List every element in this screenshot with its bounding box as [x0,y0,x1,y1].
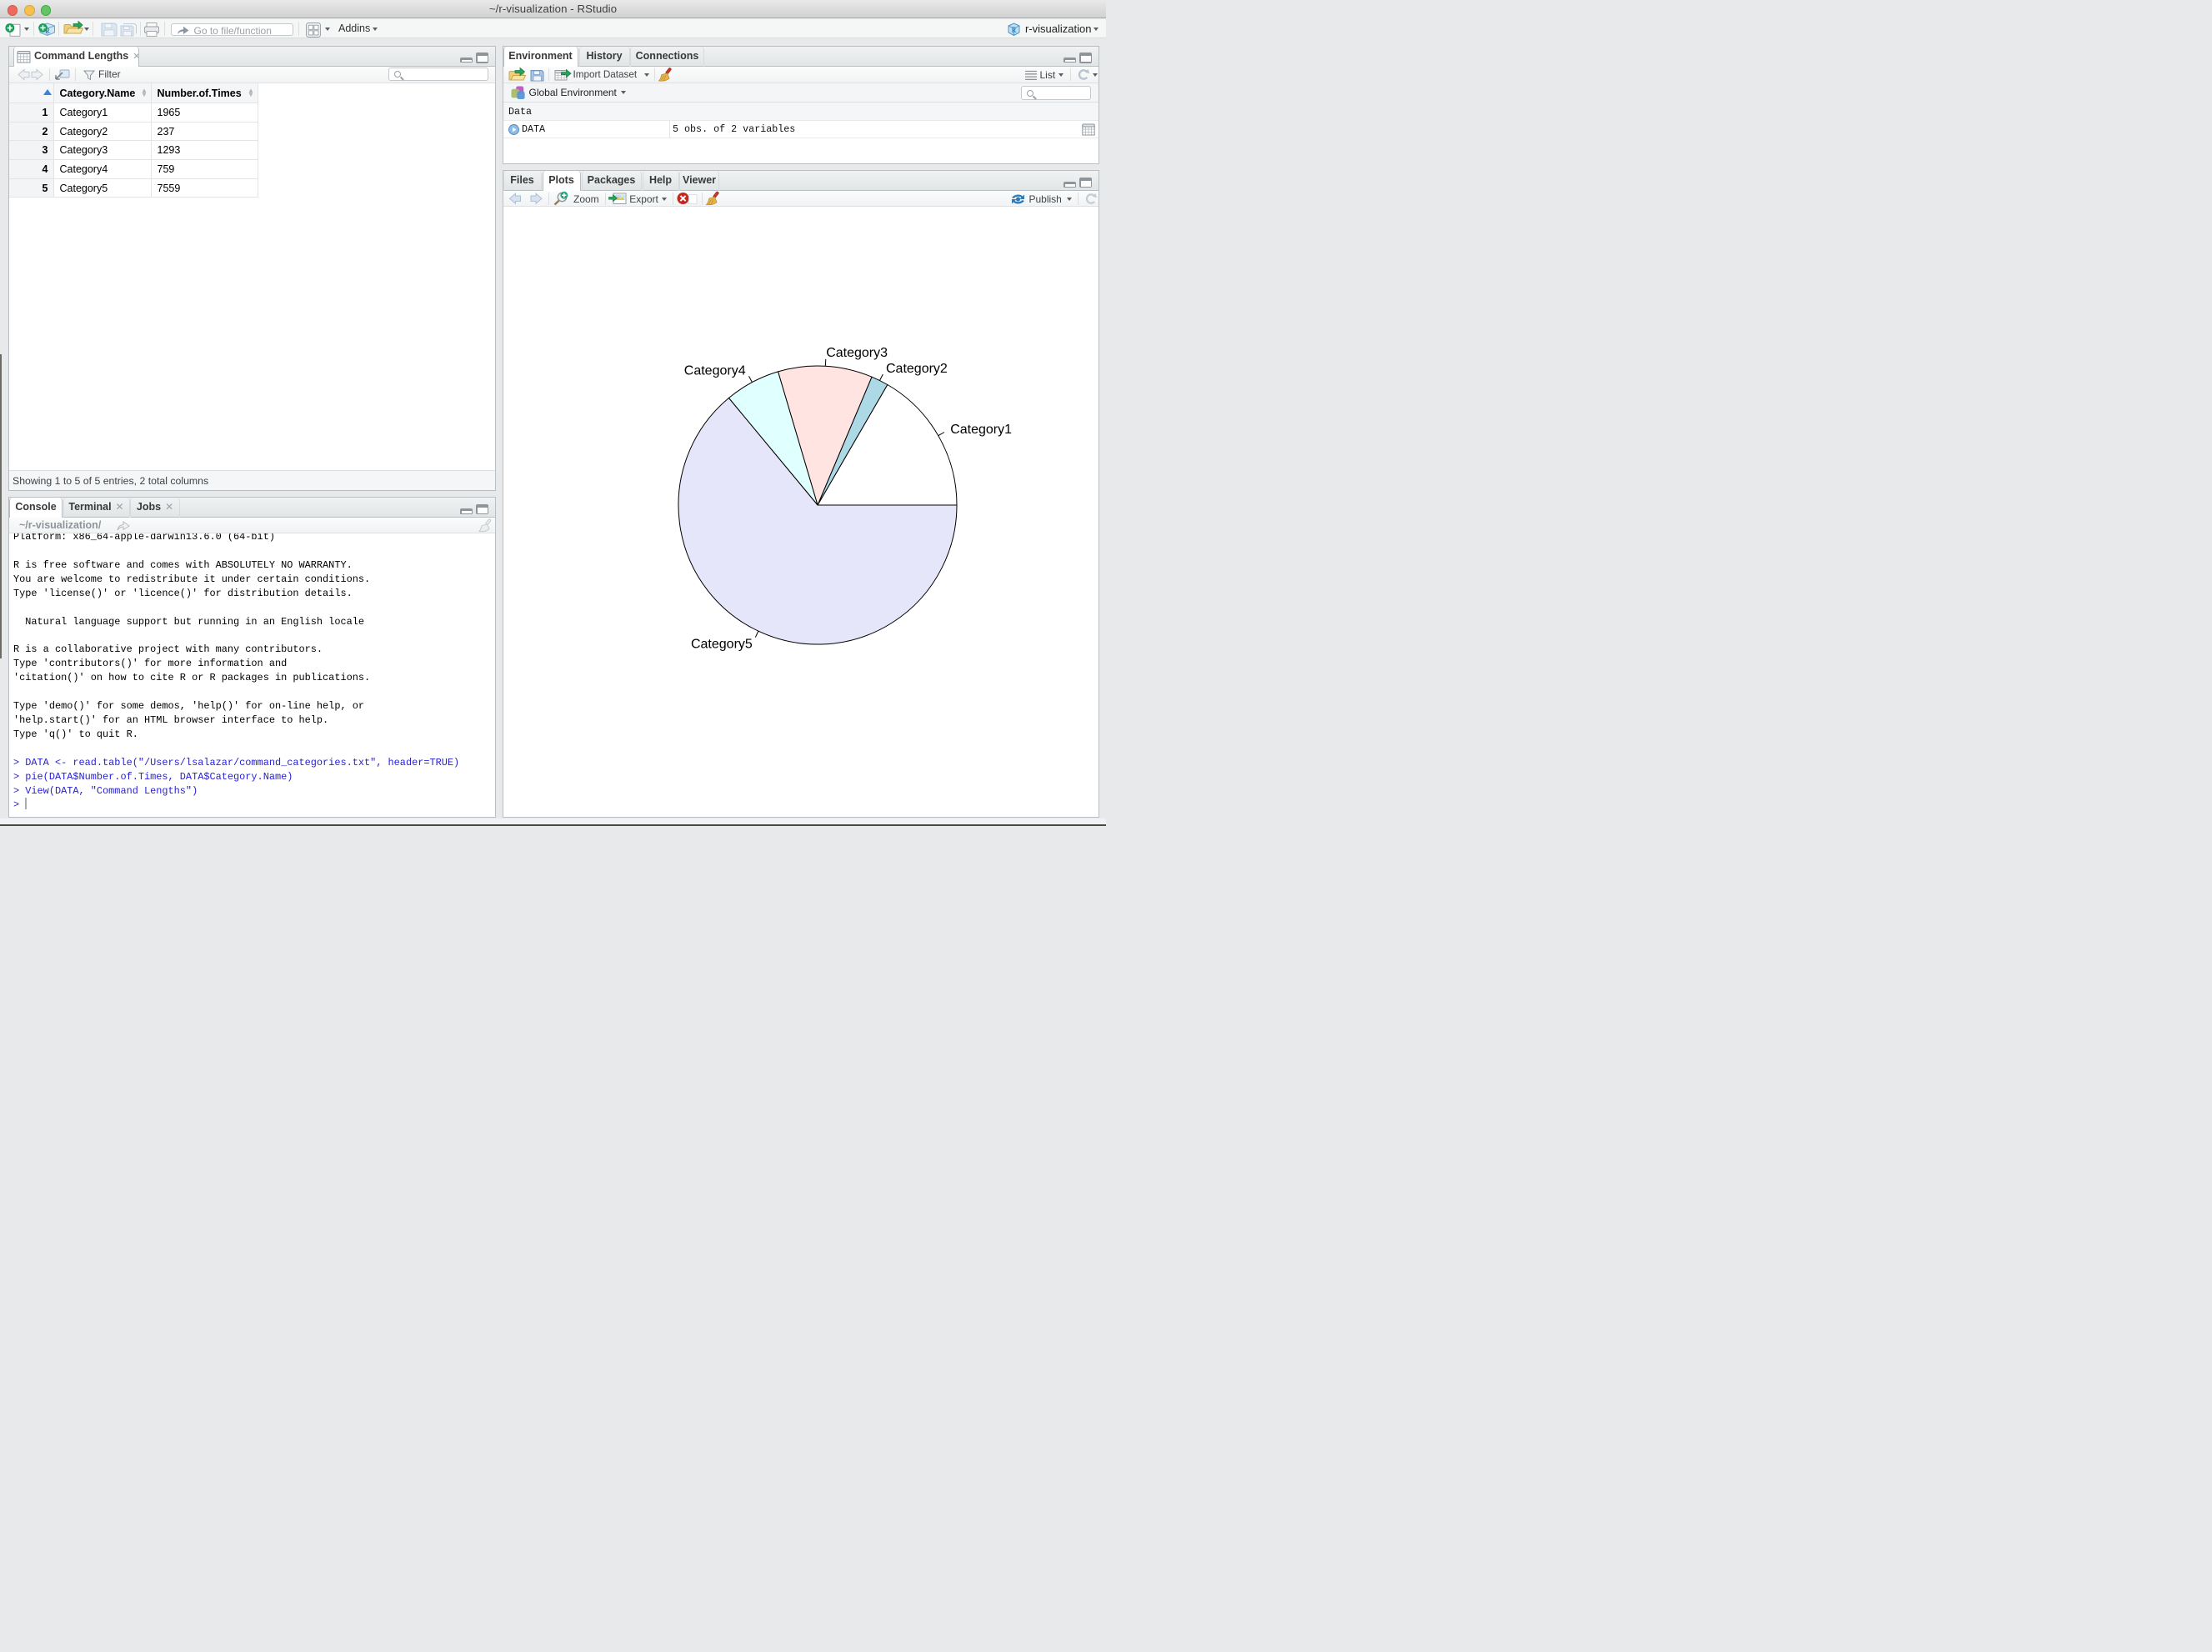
svg-text:Category5: Category5 [690,638,752,652]
svg-text:R: R [1011,26,1016,34]
svg-text:Category3: Category3 [826,346,888,360]
svg-text:Category4: Category4 [683,363,745,378]
svg-text:Category1: Category1 [950,423,1012,437]
svg-text:Category2: Category2 [886,362,948,376]
